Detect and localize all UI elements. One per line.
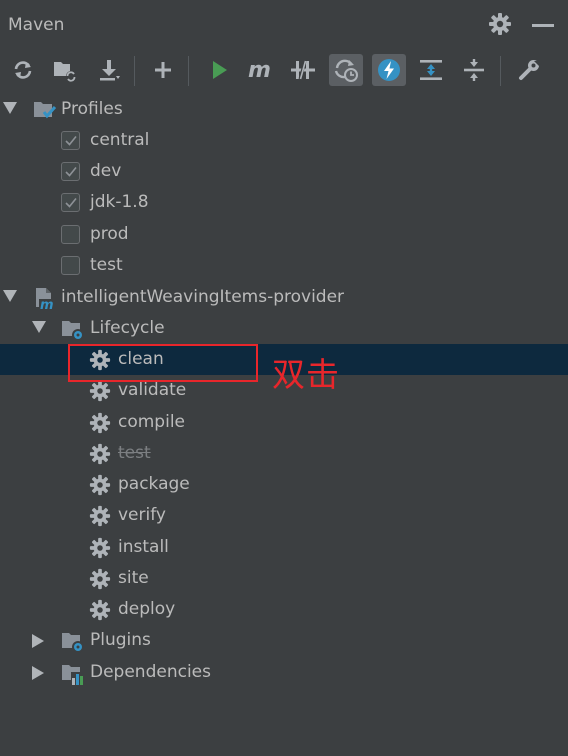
svg-text:m: m: [248, 59, 271, 81]
toggle-offline-icon[interactable]: [286, 54, 320, 86]
expand-arrow-icon[interactable]: [32, 321, 46, 333]
expand-arrow-icon[interactable]: [3, 290, 17, 302]
profile-checkbox[interactable]: [61, 162, 80, 181]
svg-text:m: m: [40, 298, 54, 311]
collapse-arrow-icon[interactable]: [32, 634, 44, 648]
run-icon[interactable]: [202, 54, 236, 86]
maven-project-icon: m: [33, 287, 56, 313]
lifecycle-goal-test[interactable]: test: [0, 438, 568, 469]
profile-item-jdk-1-8[interactable]: jdk-1.8: [0, 187, 568, 218]
lifecycle-goal-site[interactable]: site: [0, 563, 568, 594]
profile-label: jdk-1.8: [90, 192, 149, 212]
generate-sources-icon[interactable]: [48, 54, 82, 86]
goal-label: validate: [118, 380, 187, 400]
tree-node-lifecycle[interactable]: Lifecycle: [0, 313, 568, 344]
goal-label: test: [118, 443, 151, 463]
download-icon[interactable]: [92, 54, 126, 86]
annotation-highlight-box: [68, 344, 258, 382]
show-dependencies-icon[interactable]: [372, 54, 406, 86]
tree-node-label: Profiles: [61, 99, 123, 119]
tool-window-title: Maven: [8, 15, 65, 35]
tree-node-dependencies[interactable]: Dependencies: [0, 657, 568, 688]
skip-tests-icon[interactable]: [329, 54, 363, 86]
lifecycle-goal-compile[interactable]: compile: [0, 407, 568, 438]
goal-label: install: [118, 537, 169, 557]
goal-label: site: [118, 568, 149, 588]
profile-checkbox[interactable]: [61, 193, 80, 212]
execute-goal-icon[interactable]: m: [243, 54, 277, 86]
gear-icon: [89, 443, 111, 465]
lifecycle-goal-install[interactable]: install: [0, 532, 568, 563]
profiles-folder-icon: [33, 99, 57, 121]
expand-all-icon[interactable]: [414, 54, 448, 86]
lifecycle-goal-package[interactable]: package: [0, 469, 568, 500]
plugins-folder-icon: [61, 630, 84, 653]
dependencies-folder-icon: [61, 662, 85, 685]
profile-label: prod: [90, 224, 129, 244]
goal-label: compile: [118, 412, 186, 432]
gear-icon: [89, 474, 111, 496]
goal-label: verify: [118, 505, 166, 525]
gear-icon: [89, 380, 111, 402]
lifecycle-goal-deploy[interactable]: deploy: [0, 594, 568, 625]
profile-label: test: [90, 255, 123, 275]
tree-node-label: intelligentWeavingItems-provider: [61, 287, 345, 307]
tree-node-profiles[interactable]: Profiles: [0, 94, 568, 125]
settings-wrench-icon[interactable]: [512, 54, 546, 86]
gear-icon: [89, 412, 111, 434]
annotation-text: 双击: [272, 355, 340, 394]
profile-checkbox[interactable]: [61, 256, 80, 275]
profile-checkbox[interactable]: [61, 131, 80, 150]
gear-icon: [89, 537, 111, 559]
tree-node-label: Lifecycle: [90, 318, 165, 338]
goal-label: deploy: [118, 599, 176, 619]
gear-icon: [89, 568, 111, 590]
tree-node-plugins[interactable]: Plugins: [0, 625, 568, 656]
profile-checkbox[interactable]: [61, 225, 80, 244]
tree-node-label: Dependencies: [90, 662, 211, 682]
minimize-icon[interactable]: [532, 24, 554, 27]
goal-label: package: [118, 474, 190, 494]
profile-item-test[interactable]: test: [0, 250, 568, 281]
gear-icon: [89, 505, 111, 527]
lifecycle-goal-verify[interactable]: verify: [0, 500, 568, 531]
tree-node-label: Plugins: [90, 630, 151, 650]
profile-item-prod[interactable]: prod: [0, 219, 568, 250]
lifecycle-folder-icon: [61, 318, 84, 341]
tree-node-project[interactable]: m intelligentWeavingItems-provider: [0, 282, 568, 313]
toolbar-separator: [134, 56, 135, 86]
profile-label: dev: [90, 161, 122, 181]
profile-label: central: [90, 130, 150, 150]
collapse-all-icon[interactable]: [457, 54, 491, 86]
expand-arrow-icon[interactable]: [3, 102, 17, 114]
gear-icon: [89, 599, 111, 621]
toolbar-separator: [500, 56, 501, 86]
add-icon[interactable]: [146, 54, 180, 86]
profile-item-central[interactable]: central: [0, 125, 568, 156]
tool-window-header: Maven: [0, 0, 568, 50]
gear-icon[interactable]: [488, 12, 512, 36]
collapse-arrow-icon[interactable]: [32, 666, 44, 680]
toolbar-separator: [188, 56, 189, 86]
reload-all-icon[interactable]: [6, 54, 40, 86]
maven-toolbar: m: [0, 52, 568, 90]
profile-item-dev[interactable]: dev: [0, 156, 568, 187]
